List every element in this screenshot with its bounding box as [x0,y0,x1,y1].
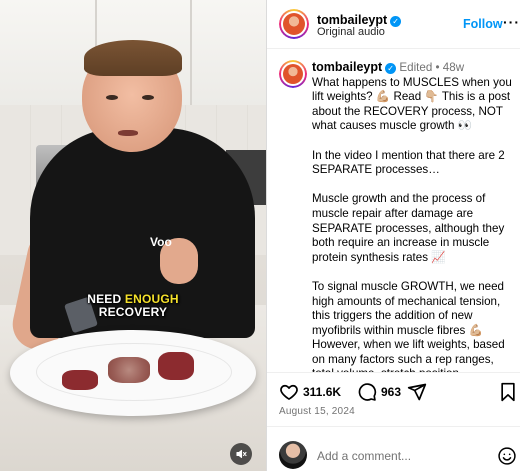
caption-username[interactable]: tombaileypt [312,60,382,74]
bookmark-icon[interactable] [499,382,517,402]
caption-paragraph: To signal muscle GROWTH, we need high am… [312,279,505,372]
caption-author-avatar[interactable] [279,60,307,88]
caption-paragraph: In the video I mention that there are 2 … [312,148,505,177]
more-options-icon[interactable]: ··· [503,14,520,30]
share-icon[interactable] [407,382,427,402]
comment-icon[interactable] [357,382,377,402]
person-mouth [118,130,138,136]
author-username[interactable]: tombaileypt [317,13,387,27]
comment-action[interactable]: 963 [357,382,401,402]
speaker-muted-icon[interactable] [230,443,252,465]
video-caption-line-2: RECOVERY [98,305,168,319]
post-age[interactable]: 48w [443,61,464,74]
comment-input[interactable]: Add a comment... [317,449,411,463]
shirt-logo: Voo [150,235,172,249]
comment-count: 963 [381,385,402,399]
ground-meat [108,357,150,383]
author-avatar[interactable] [279,9,309,39]
follow-button[interactable]: Follow [463,17,503,31]
audio-link[interactable]: Original audio [317,26,385,38]
meat-piece [158,352,194,380]
edited-label: Edited [399,61,433,74]
verified-badge-icon: ✓ [385,63,397,74]
reel-video[interactable]: Voo NEED ENOUGH RECOVERY [0,0,266,471]
meta-separator: • [435,61,440,74]
video-caption-line-1: NEED ENOUGH [87,292,179,306]
verified-badge-icon: ✓ [390,16,402,27]
cabinet-divider [190,0,192,105]
person-eye [142,95,154,100]
post-date: August 15, 2024 [279,406,355,417]
person-eye [106,95,118,100]
caption-paragraph: Muscle growth and the process of muscle … [312,192,505,264]
viewer-avatar [279,441,307,469]
meat-piece [62,370,98,390]
share-action[interactable] [407,382,427,402]
emoji-icon[interactable] [497,446,517,466]
caption-scroll-area[interactable]: tombaileypt ✓ Edited • 48w What happens t… [267,50,520,372]
heart-icon[interactable] [279,382,299,402]
like-action[interactable]: 311.6K [279,382,341,402]
post-caption: tombaileypt ✓ Edited • 48w What happens t… [312,60,512,372]
add-comment-bar: Add a comment... [267,426,520,471]
save-action[interactable] [499,382,517,402]
caption-paragraph: What happens to MUSCLES when you lift we… [312,75,512,133]
post-panel: tombaileypt ✓ Original audio Follow ··· t… [266,0,520,471]
like-count[interactable]: 311.6K [303,385,341,399]
post-header: tombaileypt ✓ Original audio Follow ··· [267,0,520,49]
person-hair [84,40,182,76]
